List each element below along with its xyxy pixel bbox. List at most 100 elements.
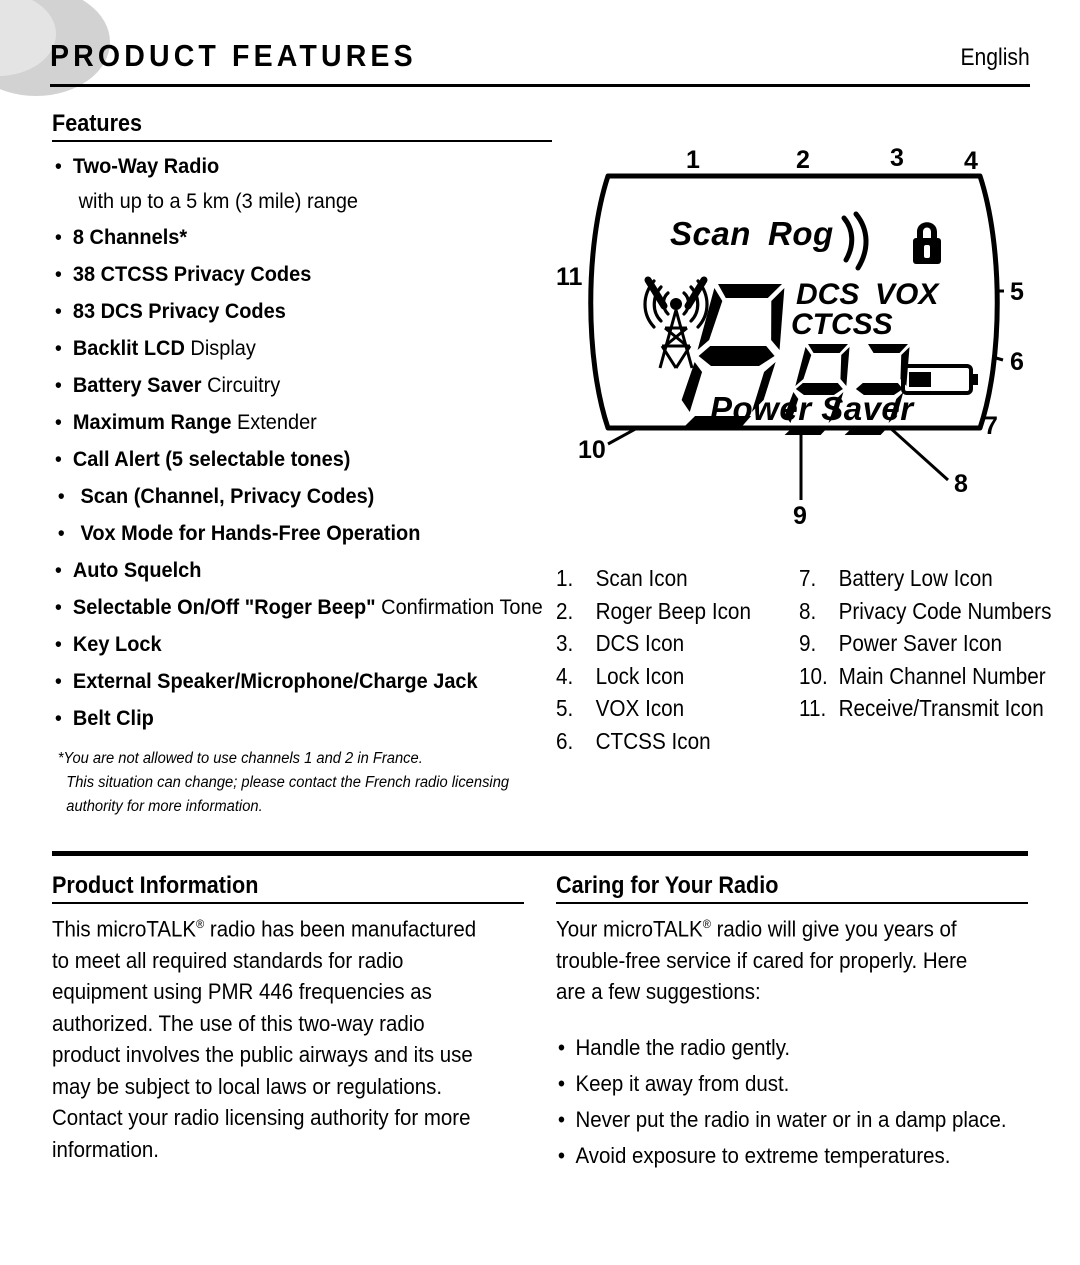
bullet-glyph: • — [54, 707, 62, 730]
legend-item-label: Receive/Transmit Icon — [838, 695, 1044, 721]
legend-item: 6. CTCSS Icon — [556, 725, 751, 758]
feature-subtext: with up to a 5 km (3 mile) range — [78, 190, 359, 213]
bullet-glyph: • — [557, 1070, 566, 1096]
page-title: PRODUCT FEATURES — [50, 38, 417, 73]
callout-4: 4 — [964, 147, 978, 175]
lcd-display-diagram: Scan Rog DCS VOX CTCSS Power Saver 1 2 3… — [548, 128, 1040, 540]
callout-5: 5 — [1010, 278, 1024, 306]
bullet-glyph: • — [54, 374, 62, 397]
legend-item: 7. Battery Low Icon — [799, 562, 1051, 595]
legend-item: 1. Scan Icon — [556, 562, 751, 595]
feature-label: 8 Channels* — [72, 226, 188, 249]
feature-item: • 83 DCS Privacy Codes — [52, 293, 527, 330]
feature-label: 83 DCS Privacy Codes — [72, 300, 286, 323]
legend-item-label: Roger Beep Icon — [595, 597, 751, 624]
legend-item-number: 4. — [556, 662, 574, 689]
legend-item: 4. Lock Icon — [556, 660, 751, 693]
legend-item-number: 3. — [556, 630, 574, 656]
bullet-glyph: • — [54, 670, 62, 693]
feature-label-secondary: Extender — [231, 411, 317, 434]
lcd-ctcss-label: CTCSS — [791, 308, 893, 341]
bullet-glyph: • — [57, 522, 65, 545]
feature-label: Two-Way Radio — [72, 155, 220, 178]
feature-label: External Speaker/Microphone/Charge Jack — [72, 670, 478, 693]
legend-item-number: 9. — [799, 630, 817, 656]
footnote-line-3: authority for more information. — [66, 798, 263, 815]
bullet-glyph: • — [54, 300, 62, 323]
feature-label-secondary: Display — [184, 337, 256, 360]
feature-item: • Two-Way Radio — [52, 148, 527, 185]
legend-item-number: 8. — [799, 597, 817, 624]
legend-item: 11. Receive/Transmit Icon — [799, 692, 1051, 725]
caring-body-pre: Your microTALK — [556, 916, 703, 942]
legend-item-number: 5. — [556, 695, 574, 721]
bullet-glyph: • — [54, 155, 62, 178]
feature-label-secondary: Confirmation Tone — [375, 596, 543, 619]
caring-tip-label: Avoid exposure to extreme temperatures. — [575, 1142, 951, 1168]
bullet-glyph: • — [54, 411, 62, 434]
legend-item: 10. Main Channel Number — [799, 660, 1051, 693]
bullet-glyph: • — [57, 485, 65, 508]
legend-item-label: Main Channel Number — [838, 662, 1046, 689]
callout-10: 10 — [578, 436, 606, 464]
bullet-glyph: • — [54, 559, 62, 582]
legend-item-label: CTCSS Icon — [595, 727, 711, 754]
caring-tip-item: • Avoid exposure to extreme temperatures. — [556, 1138, 995, 1174]
feature-item: • 8 Channels* — [52, 219, 527, 256]
feature-label: Maximum Range — [72, 411, 232, 434]
caring-tip-item: • Keep it away from dust. — [556, 1066, 995, 1102]
caring-heading-rule — [556, 902, 1028, 904]
legend-item: 8. Privacy Code Numbers — [799, 595, 1051, 628]
feature-label: Selectable On/Off "Roger Beep" — [72, 596, 376, 619]
lcd-scan-label: Scan — [670, 215, 751, 252]
footnote-line-2: This situation can change; please contac… — [66, 774, 510, 791]
feature-item: • Belt Clip — [52, 700, 527, 737]
bullet-glyph: • — [557, 1142, 566, 1168]
features-heading: Features — [52, 110, 143, 137]
callout-11: 11 — [556, 263, 583, 291]
product-information-section: Product Information This microTALK® radi… — [52, 872, 524, 1187]
lcd-power-saver-label: Power Saver — [710, 390, 915, 427]
registered-trademark-symbol: ® — [702, 917, 711, 931]
features-footnote: *You are not allowed to use channels 1 a… — [52, 747, 527, 819]
legend-item-label: Lock Icon — [595, 662, 685, 689]
product-information-body: This microTALK® radio has been manufactu… — [52, 909, 491, 1165]
feature-item: • Key Lock — [52, 626, 527, 663]
product-information-heading-rule — [52, 902, 524, 904]
caring-section: Caring for Your Radio Your microTALK® ra… — [556, 872, 1028, 1174]
registered-trademark-symbol: ® — [196, 917, 205, 931]
feature-label: Backlit LCD — [72, 337, 185, 360]
legend-item-label: Privacy Code Numbers — [838, 597, 1052, 624]
legend-item-number: 2. — [556, 597, 574, 624]
footnote-line-1: *You are not allowed to use channels 1 a… — [57, 750, 423, 767]
caring-tip-item: • Handle the radio gently. — [556, 1030, 995, 1066]
legend-column-right: 7. Battery Low Icon 8. Privacy Code Numbers… — [799, 562, 1079, 725]
legend-item-label: DCS Icon — [595, 630, 685, 656]
caring-tips-list: • Handle the radio gently. • Keep it away f… — [556, 1030, 1028, 1174]
bullet-glyph: • — [54, 448, 62, 471]
callout-3: 3 — [890, 144, 904, 172]
header-divider — [50, 84, 1030, 87]
legend-item-label: Battery Low Icon — [838, 565, 993, 591]
legend-item-number: 7. — [799, 565, 817, 591]
caring-tip-label: Keep it away from dust. — [575, 1070, 790, 1096]
legend-item-label: VOX Icon — [595, 695, 685, 721]
lcd-legend: 1. Scan Icon 2. Roger Beep Icon 3. DCS Icon 4.… — [556, 562, 1051, 762]
legend-column-left: 1. Scan Icon 2. Roger Beep Icon 3. DCS Icon 4.… — [556, 562, 773, 757]
bullet-glyph: • — [54, 633, 62, 656]
callout-8: 8 — [954, 470, 968, 498]
legend-item-number: 11. — [799, 695, 827, 721]
feature-label: 38 CTCSS Privacy Codes — [72, 263, 312, 286]
feature-label: Belt Clip — [72, 707, 154, 730]
bullet-glyph: • — [54, 596, 62, 619]
caring-tip-label: Never put the radio in water or in a dam… — [575, 1106, 1007, 1132]
feature-label: Key Lock — [72, 633, 162, 656]
feature-item: • Maximum Range Extender — [52, 404, 527, 441]
bullet-glyph: • — [557, 1034, 566, 1060]
caring-tip-item: • Never put the radio in water or in a da… — [556, 1102, 1007, 1138]
decorative-ellipse-inner — [0, 0, 56, 76]
caring-heading: Caring for Your Radio — [556, 872, 779, 899]
callout-2: 2 — [796, 146, 810, 174]
language-label: English — [960, 44, 1030, 71]
legend-item-label: Scan Icon — [595, 565, 688, 591]
